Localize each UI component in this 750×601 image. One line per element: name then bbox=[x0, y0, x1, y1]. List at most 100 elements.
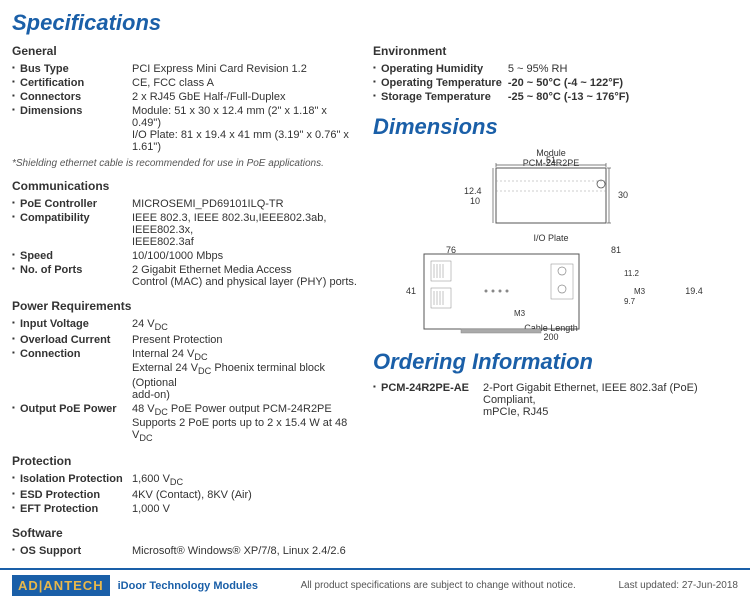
power-table: Input Voltage 24 VDC Overload Current Pr… bbox=[12, 317, 357, 444]
svg-text:I/O Plate: I/O Plate bbox=[533, 233, 568, 243]
label-poe-controller: PoE Controller bbox=[12, 197, 132, 211]
value-humidity: 5 ~ 95% RH bbox=[508, 62, 738, 76]
value-connection: Internal 24 VDCExternal 24 VDC Phoenix t… bbox=[132, 347, 357, 401]
value-speed: 10/100/1000 Mbps bbox=[132, 249, 357, 263]
label-output-poe: Output PoE Power bbox=[12, 402, 132, 444]
svg-text:10: 10 bbox=[470, 196, 480, 206]
label-connection: Connection bbox=[12, 347, 132, 401]
table-row: Output PoE Power 48 VDC PoE Power output… bbox=[12, 402, 357, 444]
footer-logo: AD|ANTECH bbox=[12, 575, 110, 596]
table-row: ESD Protection 4KV (Contact), 8KV (Air) bbox=[12, 488, 357, 502]
table-row: PoE Controller MICROSEMI_PD69101ILQ-TR bbox=[12, 197, 357, 211]
footer: AD|ANTECH iDoor Technology Modules All p… bbox=[0, 568, 750, 601]
svg-text:41: 41 bbox=[405, 286, 415, 296]
table-row: Certification CE, FCC class A bbox=[12, 76, 357, 90]
value-input-voltage: 24 VDC bbox=[132, 317, 357, 333]
main-container: Specifications General Bus Type PCI Expr… bbox=[0, 0, 750, 558]
svg-text:51: 51 bbox=[545, 155, 555, 165]
svg-text:9.7: 9.7 bbox=[624, 297, 636, 306]
table-row: Operating Temperature -20 ~ 50°C (-4 ~ 1… bbox=[373, 76, 738, 90]
value-overload-current: Present Protection bbox=[132, 333, 357, 347]
value-os-support: Microsoft® Windows® XP/7/8, Linux 2.4/2.… bbox=[132, 544, 357, 558]
svg-text:11.2: 11.2 bbox=[624, 269, 640, 278]
value-bus-type: PCI Express Mini Card Revision 1.2 bbox=[132, 62, 357, 76]
table-row: No. of Ports 2 Gigabit Ethernet Media Ac… bbox=[12, 263, 357, 289]
value-eft: 1,000 V bbox=[132, 502, 357, 516]
table-row: Bus Type PCI Express Mini Card Revision … bbox=[12, 62, 357, 76]
ordering-value: 2-Port Gigabit Ethernet, IEEE 802.3af (P… bbox=[483, 381, 738, 419]
content-columns: General Bus Type PCI Express Mini Card R… bbox=[12, 44, 738, 558]
svg-text:30: 30 bbox=[618, 190, 628, 200]
label-eft: EFT Protection bbox=[12, 502, 132, 516]
value-no-ports: 2 Gigabit Ethernet Media AccessControl (… bbox=[132, 263, 357, 289]
label-dimensions: Dimensions bbox=[12, 104, 132, 154]
label-input-voltage: Input Voltage bbox=[12, 317, 132, 333]
section-power: Power Requirements bbox=[12, 299, 357, 313]
footer-module-text: iDoor Technology Modules bbox=[118, 580, 258, 592]
value-certification: CE, FCC class A bbox=[132, 76, 357, 90]
ordering-title: Ordering Information bbox=[373, 349, 738, 375]
communications-table: PoE Controller MICROSEMI_PD69101ILQ-TR C… bbox=[12, 197, 357, 289]
svg-text:M3: M3 bbox=[514, 309, 526, 318]
label-storage-temp: Storage Temperature bbox=[373, 90, 508, 104]
value-esd: 4KV (Contact), 8KV (Air) bbox=[132, 488, 357, 502]
label-op-temp: Operating Temperature bbox=[373, 76, 508, 90]
general-note: *Shielding ethernet cable is recommended… bbox=[12, 158, 357, 169]
svg-text:M3: M3 bbox=[634, 287, 646, 296]
value-op-temp: -20 ~ 50°C (-4 ~ 122°F) bbox=[508, 76, 738, 90]
right-column: Environment Operating Humidity 5 ~ 95% R… bbox=[373, 44, 738, 558]
table-row: Input Voltage 24 VDC bbox=[12, 317, 357, 333]
table-row: Operating Humidity 5 ~ 95% RH bbox=[373, 62, 738, 76]
general-table: Bus Type PCI Express Mini Card Revision … bbox=[12, 62, 357, 154]
protection-table: Isolation Protection 1,600 VDC ESD Prote… bbox=[12, 472, 357, 516]
value-isolation: 1,600 VDC bbox=[132, 472, 357, 488]
label-humidity: Operating Humidity bbox=[373, 62, 508, 76]
footer-left: AD|ANTECH iDoor Technology Modules bbox=[12, 575, 258, 596]
label-no-ports: No. of Ports bbox=[12, 263, 132, 289]
section-communications: Communications bbox=[12, 179, 357, 193]
ordering-section: Ordering Information PCM-24R2PE-AE 2-Por… bbox=[373, 349, 738, 419]
dimensions-title: Dimensions bbox=[373, 114, 738, 140]
label-connectors: Connectors bbox=[12, 90, 132, 104]
label-certification: Certification bbox=[12, 76, 132, 90]
table-row: Compatibility IEEE 802.3, IEEE 802.3u,IE… bbox=[12, 211, 357, 249]
page-title: Specifications bbox=[12, 10, 738, 36]
label-esd: ESD Protection bbox=[12, 488, 132, 502]
diagram-container: Module PCM-24R2PE 51 bbox=[373, 146, 738, 341]
table-row: Overload Current Present Protection bbox=[12, 333, 357, 347]
table-row: Storage Temperature -25 ~ 80°C (-13 ~ 17… bbox=[373, 90, 738, 104]
table-row: Dimensions Module: 51 x 30 x 12.4 mm (2"… bbox=[12, 104, 357, 154]
section-environment: Environment bbox=[373, 44, 738, 58]
table-row: Isolation Protection 1,600 VDC bbox=[12, 472, 357, 488]
footer-date: Last updated: 27-Jun-2018 bbox=[618, 580, 738, 591]
table-row: PCM-24R2PE-AE 2-Port Gigabit Ethernet, I… bbox=[373, 381, 738, 419]
table-row: OS Support Microsoft® Windows® XP/7/8, L… bbox=[12, 544, 357, 558]
value-compatibility: IEEE 802.3, IEEE 802.3u,IEEE802.3ab, IEE… bbox=[132, 211, 357, 249]
table-row: Speed 10/100/1000 Mbps bbox=[12, 249, 357, 263]
section-software: Software bbox=[12, 526, 357, 540]
value-connectors: 2 x RJ45 GbE Half-/Full-Duplex bbox=[132, 90, 357, 104]
section-general: General bbox=[12, 44, 357, 58]
value-poe-controller: MICROSEMI_PD69101ILQ-TR bbox=[132, 197, 357, 211]
section-protection: Protection bbox=[12, 454, 357, 468]
ordering-table: PCM-24R2PE-AE 2-Port Gigabit Ethernet, I… bbox=[373, 381, 738, 419]
label-compatibility: Compatibility bbox=[12, 211, 132, 249]
table-row: EFT Protection 1,000 V bbox=[12, 502, 357, 516]
table-row: Connection Internal 24 VDCExternal 24 VD… bbox=[12, 347, 357, 401]
svg-text:12.4: 12.4 bbox=[464, 186, 482, 196]
value-dimensions: Module: 51 x 30 x 12.4 mm (2" x 1.18" x … bbox=[132, 104, 357, 154]
svg-text:19.4: 19.4 bbox=[685, 286, 703, 296]
dimensions-diagram: Module PCM-24R2PE 51 bbox=[396, 146, 716, 341]
label-overload-current: Overload Current bbox=[12, 333, 132, 347]
software-table: OS Support Microsoft® Windows® XP/7/8, L… bbox=[12, 544, 357, 558]
environment-section: Environment Operating Humidity 5 ~ 95% R… bbox=[373, 44, 738, 104]
value-storage-temp: -25 ~ 80°C (-13 ~ 176°F) bbox=[508, 90, 738, 104]
label-isolation: Isolation Protection bbox=[12, 472, 132, 488]
label-bus-type: Bus Type bbox=[12, 62, 132, 76]
label-speed: Speed bbox=[12, 249, 132, 263]
left-column: General Bus Type PCI Express Mini Card R… bbox=[12, 44, 357, 558]
label-os-support: OS Support bbox=[12, 544, 132, 558]
value-output-poe: 48 VDC PoE Power output PCM-24R2PESuppor… bbox=[132, 402, 357, 444]
footer-note: All product specifications are subject t… bbox=[301, 580, 576, 591]
svg-text:200: 200 bbox=[543, 332, 558, 341]
